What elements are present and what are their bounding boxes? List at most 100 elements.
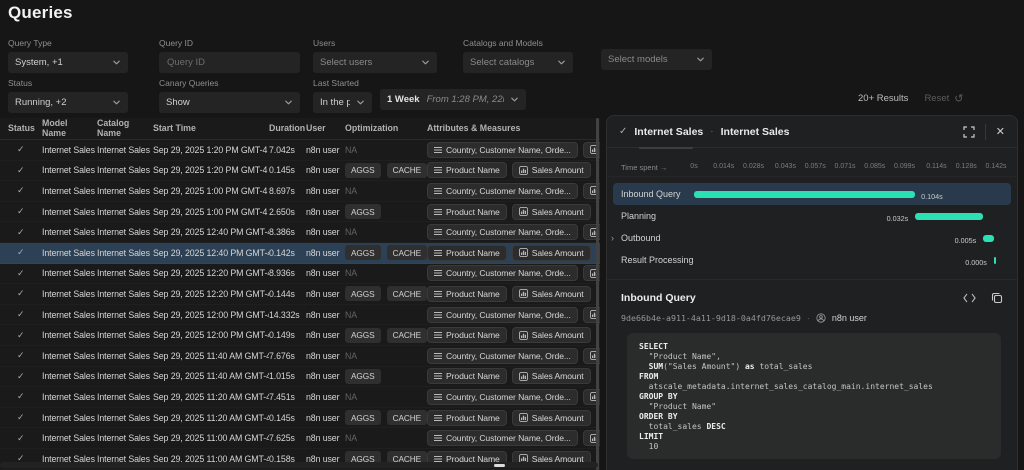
status-check-icon: ✓ [17, 412, 25, 423]
duration-cell: 0.149s [269, 330, 295, 341]
close-icon[interactable]: ✕ [996, 125, 1005, 138]
user-cell: n8n user [306, 433, 340, 444]
attributes-cell: Product Name Sales Amount [427, 244, 600, 261]
timeline-row[interactable]: Planning 0.032s [613, 205, 1011, 227]
sql-line: ORDER BY [639, 412, 678, 421]
column-header[interactable]: Status [8, 123, 42, 133]
canary-select[interactable]: Show [159, 92, 300, 113]
status-select[interactable]: Running, +2 [8, 92, 128, 113]
column-header[interactable]: Start Time [153, 123, 269, 133]
optimization-cell: NA [345, 268, 427, 278]
column-header[interactable]: Model Name [42, 119, 97, 138]
status-check-icon: ✓ [17, 370, 25, 381]
attributes-cell: Country, Customer Name, Orde...Sales Amo… [427, 224, 600, 241]
na-label: NA [345, 391, 358, 402]
model-name-cell: Internet Sales [42, 330, 95, 341]
horizontal-scrollbar[interactable] [0, 462, 598, 468]
start-time-cell: Sep 29, 2025 12:40 PM GMT-4 [153, 247, 269, 258]
table-row[interactable]: ✓ Internet Sales Internet Sales Sep 29, … [0, 161, 600, 182]
attributes-cell: Product Name Sales Amount [427, 285, 600, 302]
horizontal-scrollbar-thumb[interactable] [494, 463, 505, 467]
sql-line: GROUP BY [639, 392, 678, 401]
table-row[interactable]: ✓ Internet Sales Internet Sales Sep 29, … [0, 305, 600, 326]
table-row[interactable]: ✓ Internet Sales Internet Sales Sep 29, … [0, 264, 600, 285]
start-time-cell: Sep 29, 2025 11:00 AM GMT-4 [153, 433, 269, 444]
table-row[interactable]: ✓ Internet Sales Internet Sales Sep 29, … [0, 367, 600, 388]
sql-line: "Product Name", [639, 352, 721, 361]
catalogs-select[interactable]: Select catalogs [463, 52, 573, 73]
attributes-cell: Country, Customer Name, Orde...Sales Amo… [427, 388, 600, 405]
vertical-scrollbar[interactable] [596, 118, 599, 470]
optimization-cell: NA [345, 186, 427, 196]
table-row[interactable]: ✓ Internet Sales Internet Sales Sep 29, … [0, 202, 600, 223]
timeline-rows: Inbound Query 0.104s Planning 0.032s › Outbou… [607, 183, 1017, 271]
attribute-chip: Product Name [427, 203, 507, 220]
column-header[interactable]: Optimization [345, 123, 427, 133]
users-select[interactable]: Select users [313, 52, 437, 73]
timeline-row[interactable]: Inbound Query 0.104s [613, 183, 1011, 205]
table-row[interactable]: ✓ Internet Sales Internet Sales Sep 29, … [0, 140, 600, 161]
expand-icon[interactable] [963, 125, 975, 138]
table-row[interactable]: ✓ Internet Sales Internet Sales Sep 29, … [0, 181, 600, 202]
caret-right-icon[interactable]: › [611, 233, 614, 243]
axis-tick-label: 0.085s [864, 163, 886, 170]
optimization-badge: AGGS [345, 204, 381, 220]
table-row[interactable]: ✓ Internet Sales Internet Sales Sep 29, … [0, 325, 600, 346]
reset-icon: ↺ [954, 93, 964, 105]
start-time-cell: Sep 29, 2025 12:20 PM GMT-4 [153, 268, 269, 279]
reset-button[interactable]: Reset ↺ [924, 92, 963, 105]
optimization-badge: AGGS [345, 245, 381, 261]
start-time-cell: Sep 29, 2025 1:20 PM GMT-4 [153, 144, 268, 155]
canary-label: Canary Queries [159, 78, 219, 88]
measure-chip: Sales Amount [511, 162, 591, 179]
date-range-select[interactable]: 1 Week From 1:28 PM, 22nd Sep [380, 89, 526, 110]
attribute-list-icon [434, 166, 442, 174]
copy-icon[interactable] [991, 292, 1003, 304]
duration-cell: 8.697s [269, 185, 295, 196]
status-label: Status [8, 78, 33, 88]
na-label: NA [345, 433, 358, 444]
table-row[interactable]: ✓ Internet Sales Internet Sales Sep 29, … [0, 284, 600, 305]
table-row[interactable]: ✓ Internet Sales Internet Sales Sep 29, … [0, 408, 600, 429]
sql-code-block[interactable]: SELECT "Product Name", SUM("Sales Amount… [627, 333, 1001, 459]
panel-model-name: Internet Sales [634, 125, 704, 138]
column-header[interactable]: User [306, 123, 345, 133]
attribute-chip: Country, Customer Name, Orde... [427, 347, 578, 364]
table-row[interactable]: ✓ Internet Sales Internet Sales Sep 29, … [0, 222, 600, 243]
duration-cell: 0.145s [269, 165, 295, 176]
code-view-icon[interactable] [963, 293, 976, 303]
panel-scroll-indicator [639, 147, 693, 149]
timeline-bar [694, 191, 916, 198]
table-row[interactable]: ✓ Internet Sales Internet Sales Sep 29, … [0, 346, 600, 367]
table-row[interactable]: ✓ Internet Sales Internet Sales Sep 29, … [0, 428, 600, 449]
attribute-list-icon [434, 331, 442, 339]
last-started-mode-select[interactable]: In the past [313, 92, 372, 113]
model-name-cell: Internet Sales [42, 288, 95, 299]
table-row[interactable]: ✓ Internet Sales Internet Sales Sep 29, … [0, 387, 600, 408]
attribute-chip: Product Name [427, 368, 507, 385]
status-check-icon: ✓ [17, 288, 25, 299]
start-time-cell: Sep 29, 2025 1:00 PM GMT-4 [153, 185, 268, 196]
attribute-list-icon [434, 187, 442, 195]
table-row[interactable]: ✓ Internet Sales Internet Sales Sep 29, … [0, 242, 600, 264]
optimization-badge: AGGS [345, 327, 381, 343]
timeline-row[interactable]: › Outbound 0.005s [611, 227, 1011, 249]
column-header[interactable]: Duration [269, 123, 306, 133]
start-time-cell: Sep 29, 2025 12:00 PM GMT-4 [153, 330, 269, 341]
query-id-input[interactable] [159, 52, 300, 73]
optimization-cell: AGGS CACHE [345, 327, 427, 343]
column-header[interactable]: Attributes & Measures [427, 123, 600, 133]
column-header[interactable]: Catalog Name [97, 119, 153, 138]
results-count: 20+ Results [858, 93, 909, 104]
page-title: Queries [8, 3, 73, 22]
model-name-cell: Internet Sales [42, 309, 95, 320]
timeline-row[interactable]: Result Processing 0.000s [613, 249, 1011, 271]
measure-chip: Sales Amount [511, 244, 591, 261]
query-type-select[interactable]: System, +1 [8, 52, 128, 73]
attributes-cell: Product Name Sales Amount [427, 327, 600, 344]
user-cell: n8n user [306, 185, 340, 196]
status-check-icon: ✓ [17, 226, 25, 237]
sql-line: 10 [639, 442, 659, 451]
start-time-cell: Sep 29, 2025 12:20 PM GMT-4 [153, 288, 269, 299]
models-select[interactable]: Select models [601, 49, 712, 70]
